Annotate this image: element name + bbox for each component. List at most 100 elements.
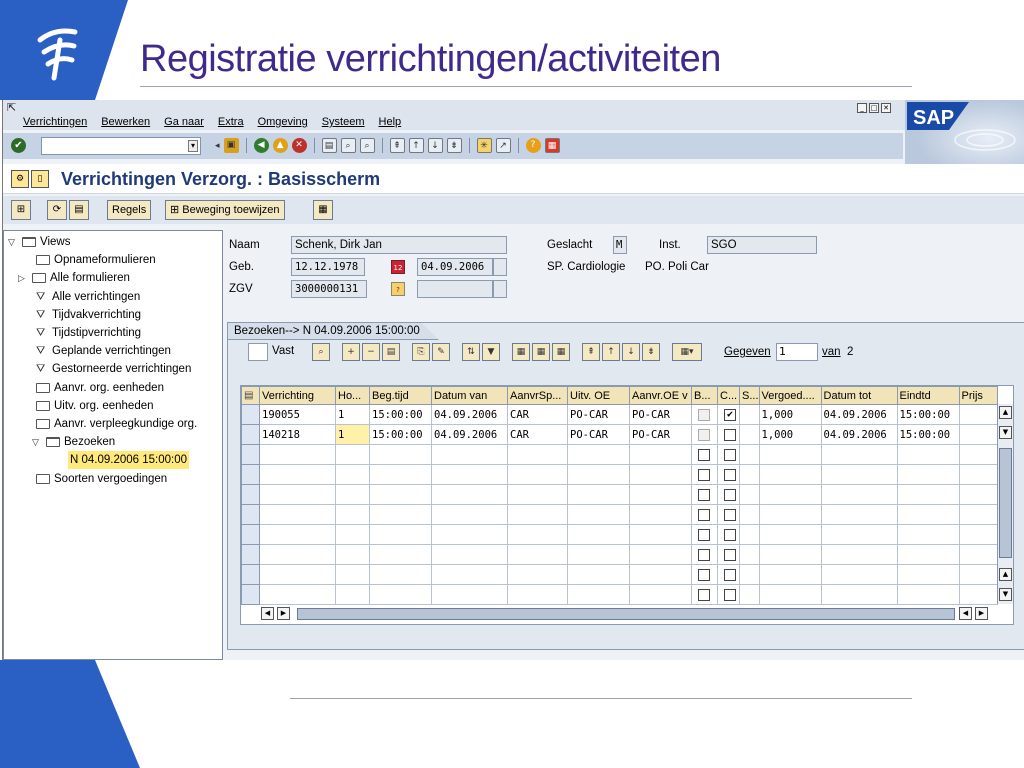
table-cell[interactable]: [896, 564, 960, 585]
table-cell[interactable]: [507, 544, 568, 565]
checkbox[interactable]: [724, 548, 736, 561]
table-cell[interactable]: [335, 464, 370, 485]
table-cell[interactable]: [739, 504, 760, 525]
insurance-icon[interactable]: ?: [391, 282, 405, 296]
tree-item[interactable]: Aanvr. verpleegkundige org.: [32, 415, 197, 433]
zgv-field[interactable]: 3000000131: [291, 280, 367, 298]
table-row-empty[interactable]: [241, 544, 998, 565]
table-row-empty[interactable]: [241, 484, 998, 505]
table-cell[interactable]: [369, 584, 432, 605]
table-cell[interactable]: [820, 564, 898, 585]
command-field[interactable]: ▾: [41, 137, 201, 155]
next-row-icon[interactable]: ↓: [622, 343, 640, 361]
table-cell[interactable]: [369, 524, 432, 545]
deselect-icon[interactable]: ▦: [552, 343, 570, 361]
table-cell[interactable]: [629, 584, 692, 605]
scroll-up-icon[interactable]: ▲: [999, 406, 1012, 419]
c-cell[interactable]: [717, 504, 740, 525]
select-all-column-icon[interactable]: ▤: [241, 386, 260, 405]
menu-item-extra[interactable]: Extra: [218, 116, 244, 128]
table-cell[interactable]: [629, 564, 692, 585]
table-cell[interactable]: [739, 444, 760, 465]
checkbox[interactable]: [698, 548, 710, 561]
column-header[interactable]: Vergoed....: [758, 386, 822, 405]
verrichting-cell[interactable]: 140218: [259, 424, 336, 445]
verrichting-cell[interactable]: 190055: [259, 404, 336, 425]
table-cell[interactable]: [896, 584, 960, 605]
maximize-icon[interactable]: □: [869, 103, 879, 113]
find-icon[interactable]: ⌕: [340, 138, 356, 153]
cancel-icon[interactable]: ✕: [291, 138, 307, 153]
checkbox[interactable]: [724, 588, 736, 601]
column-header[interactable]: Aanvr.OE v: [629, 386, 692, 405]
datumtot-cell[interactable]: 04.09.2006: [820, 404, 898, 425]
table-cell[interactable]: [896, 464, 960, 485]
table-cell[interactable]: [758, 484, 822, 505]
inst-field[interactable]: SGO: [707, 236, 817, 254]
new-session-icon[interactable]: ✳: [476, 138, 492, 153]
table-cell[interactable]: [758, 564, 822, 585]
edit-icon[interactable]: ✎: [432, 343, 450, 361]
checkbox[interactable]: [698, 508, 710, 521]
tree-item[interactable]: ⛛ Alle verrichtingen: [32, 288, 140, 306]
menu-item-ga-naar[interactable]: Ga naar: [164, 116, 204, 128]
column-header[interactable]: B...: [691, 386, 718, 405]
checkbox[interactable]: [698, 428, 710, 441]
datumtot-cell[interactable]: 04.09.2006: [820, 424, 898, 445]
c-cell[interactable]: [717, 484, 740, 505]
checkbox[interactable]: [724, 468, 736, 481]
scroll-thumb[interactable]: [999, 448, 1012, 558]
table-cell[interactable]: [896, 444, 960, 465]
table-cell[interactable]: [507, 484, 568, 505]
date-extra-field[interactable]: [493, 258, 507, 276]
checkbox[interactable]: [724, 528, 736, 541]
table-cell[interactable]: [758, 544, 822, 565]
s-cell[interactable]: [739, 404, 760, 425]
table-cell[interactable]: [369, 544, 432, 565]
tree-item[interactable]: ⛛ Tijdvakverrichting: [32, 306, 141, 324]
checkbox[interactable]: [698, 488, 710, 501]
tree-item[interactable]: ⛛ Tijdstipverrichting: [32, 324, 141, 342]
vast-checkbox[interactable]: [248, 343, 268, 361]
tree-item[interactable]: Aanvr. org. eenheden: [32, 379, 164, 397]
b-cell[interactable]: [691, 464, 718, 485]
column-header[interactable]: Datum van: [431, 386, 508, 405]
checkbox-checked[interactable]: ✔: [724, 408, 736, 421]
column-header[interactable]: Datum tot: [820, 386, 898, 405]
table-cell[interactable]: [507, 464, 568, 485]
insurance-extra-field[interactable]: [493, 280, 507, 298]
column-header[interactable]: Prijs: [958, 386, 998, 405]
uitvoe-cell[interactable]: PO-CAR: [567, 424, 630, 445]
gegeven-field[interactable]: 1: [776, 343, 818, 361]
s-cell[interactable]: [739, 424, 760, 445]
checkbox[interactable]: [698, 528, 710, 541]
row-selector[interactable]: [241, 424, 260, 445]
column-header[interactable]: Beg.tijd: [369, 386, 432, 405]
date-field[interactable]: 04.09.2006: [417, 258, 493, 276]
scroll-far-left-icon[interactable]: ◀: [959, 607, 972, 620]
table-cell[interactable]: [259, 564, 336, 585]
table-cell[interactable]: [567, 564, 630, 585]
column-header[interactable]: Verrichting: [259, 386, 336, 405]
tree-item[interactable]: Soorten vergoedingen: [32, 470, 167, 488]
table-cell[interactable]: [335, 504, 370, 525]
tree-item[interactable]: ▽ Views: [8, 233, 70, 251]
help-icon[interactable]: ?: [525, 138, 541, 153]
eindtd-cell[interactable]: 15:00:00: [896, 404, 960, 425]
expand-arrow-icon[interactable]: ▽: [32, 433, 42, 451]
c-cell[interactable]: ✔: [717, 404, 740, 425]
table-cell[interactable]: [507, 504, 568, 525]
aanvrsp-cell[interactable]: CAR: [507, 404, 568, 425]
scroll-page-down-icon[interactable]: ▼: [999, 588, 1012, 601]
b-cell[interactable]: [691, 564, 718, 585]
table-cell[interactable]: [259, 484, 336, 505]
row-selector[interactable]: [241, 404, 260, 425]
row-selector[interactable]: [241, 484, 260, 505]
details-icon[interactable]: ⌕: [312, 343, 330, 361]
prev-arrow-icon[interactable]: ◂: [215, 141, 220, 151]
menu-item-help[interactable]: Help: [379, 116, 402, 128]
row-selector[interactable]: [241, 464, 260, 485]
b-cell[interactable]: [691, 424, 718, 445]
first-row-icon[interactable]: ⇞: [582, 343, 600, 361]
begtijd-cell[interactable]: 15:00:00: [369, 404, 432, 425]
